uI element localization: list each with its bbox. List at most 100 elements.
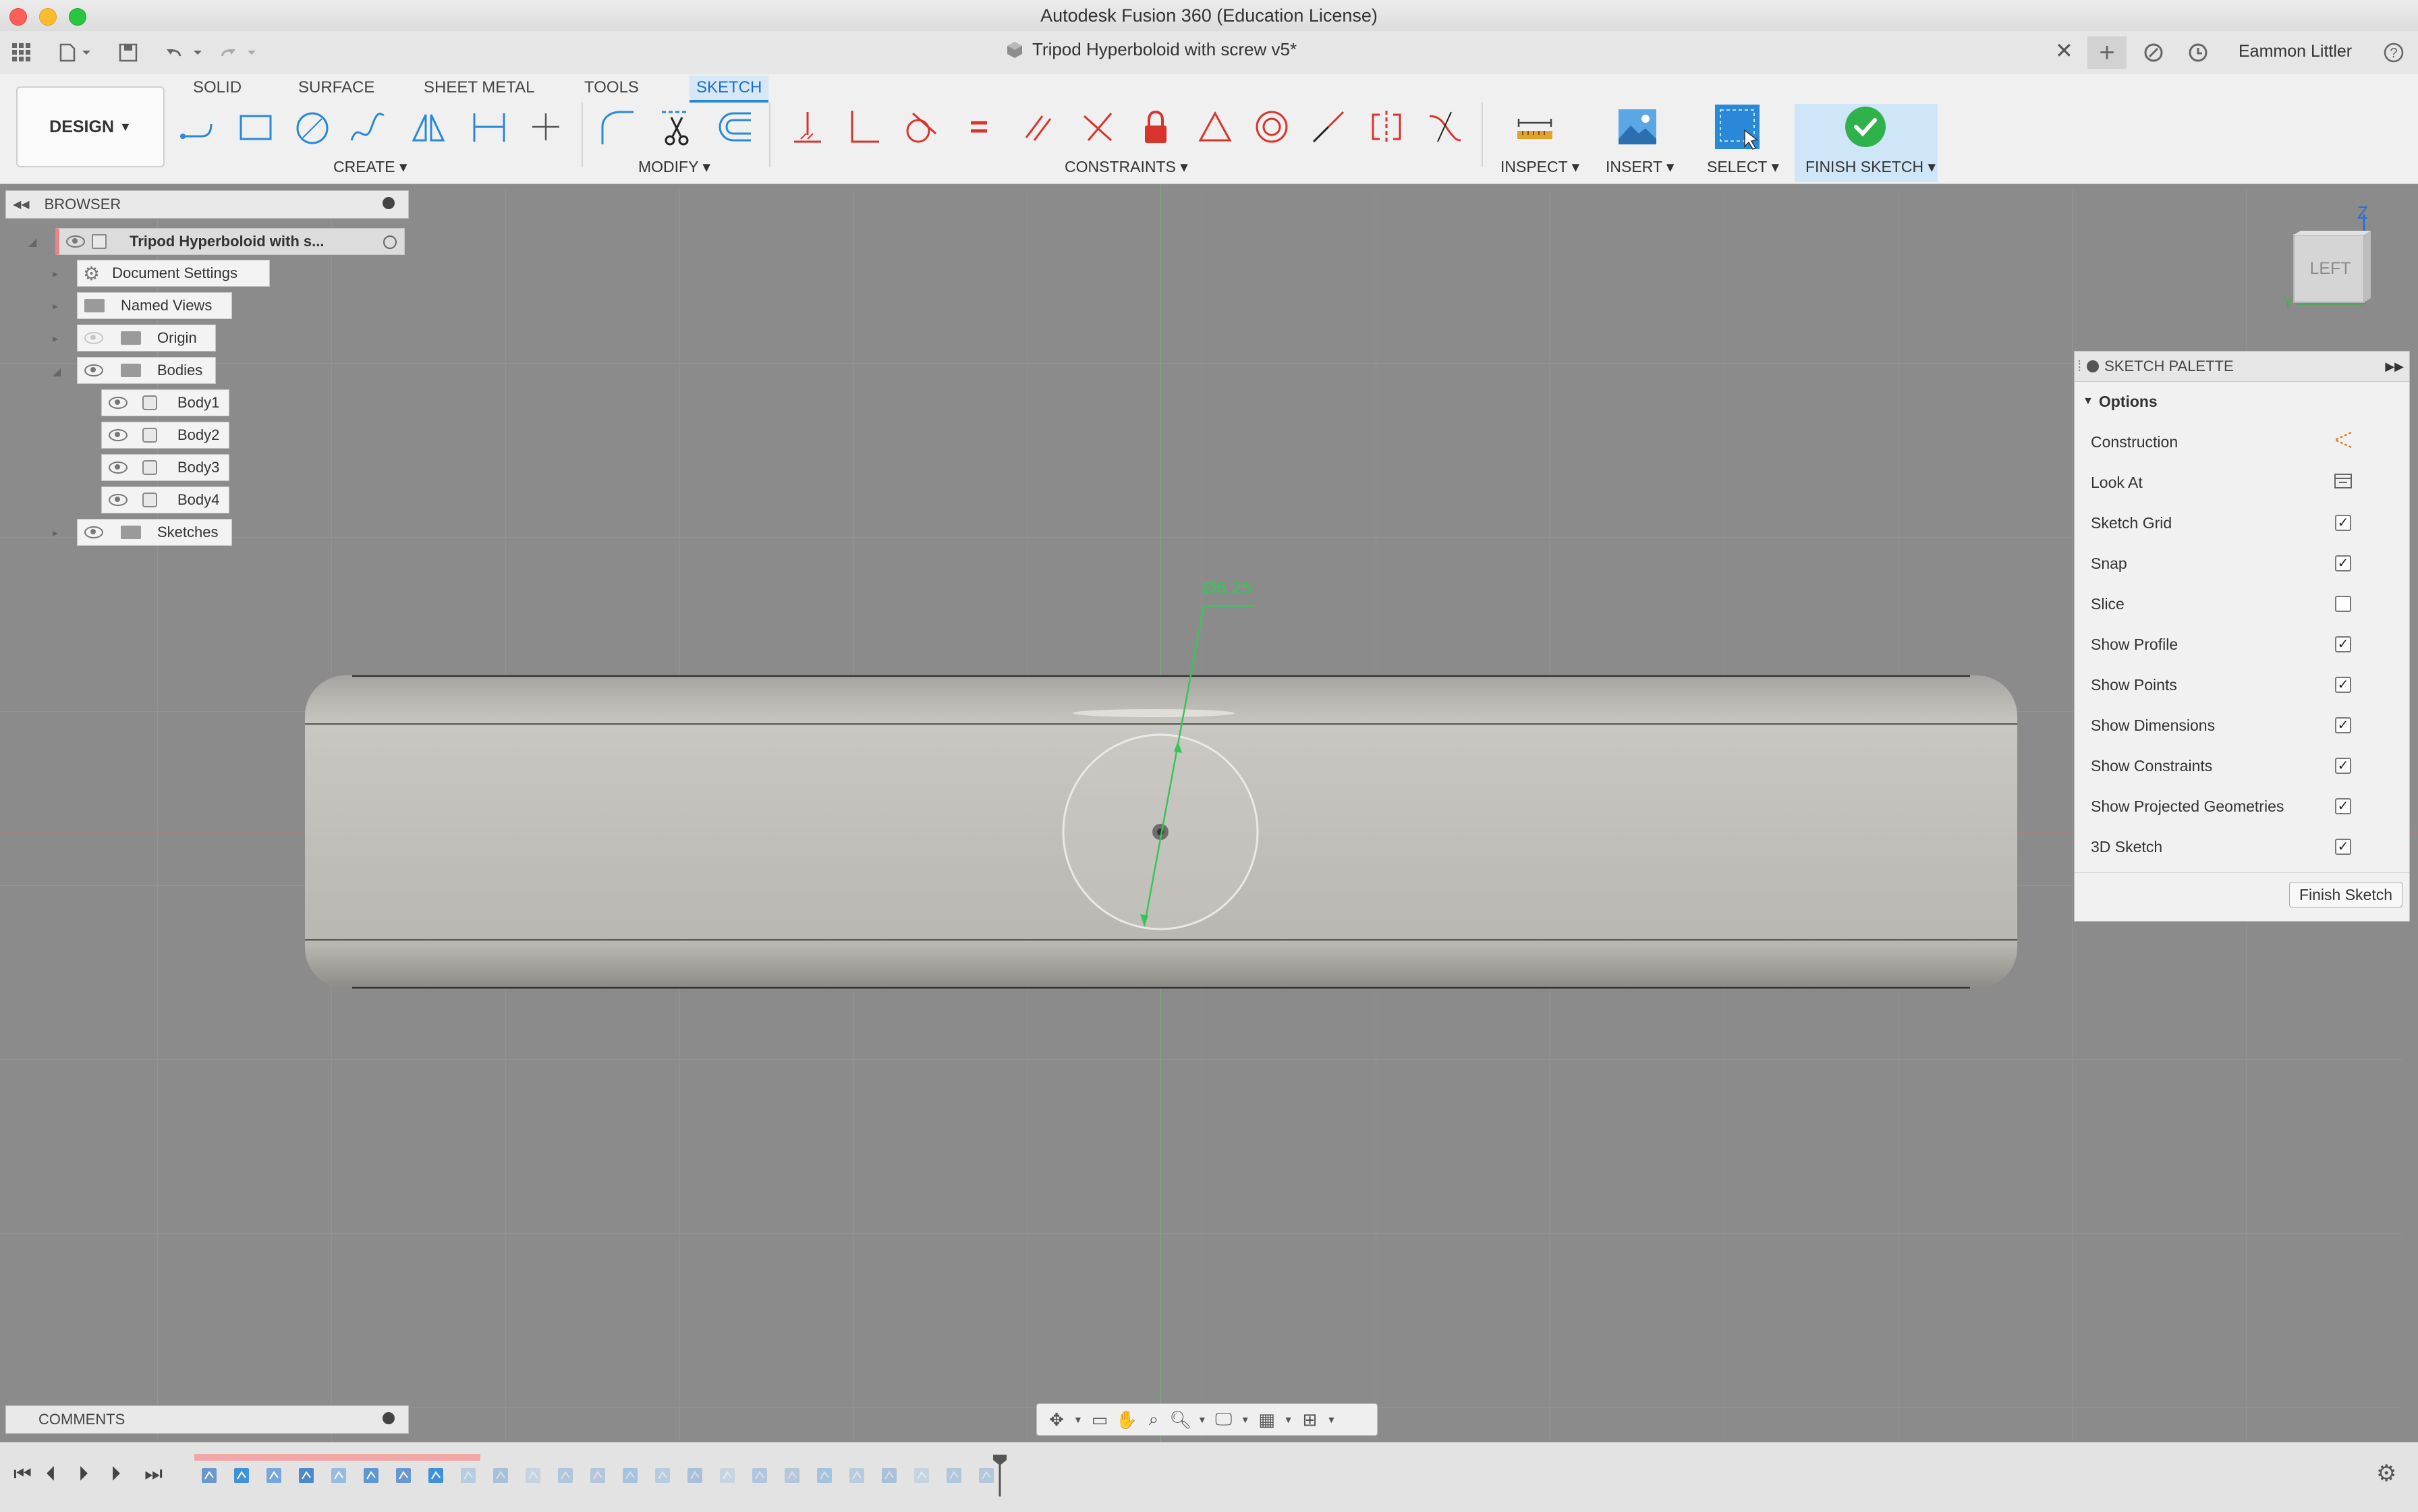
- expand-panel-icon[interactable]: ▶▶: [2385, 360, 2404, 374]
- insert-menu[interactable]: INSERT ▾: [1606, 158, 1674, 176]
- timeline-feature-icon[interactable]: [264, 1465, 285, 1486]
- visibility-eye-icon[interactable]: [66, 235, 85, 248]
- select-menu[interactable]: SELECT ▾: [1707, 158, 1779, 176]
- select-tool[interactable]: [1714, 103, 1761, 151]
- diameter-dimension-label[interactable]: Ø6.25: [1202, 578, 1252, 598]
- browser-item-bodies[interactable]: Bodies: [77, 357, 216, 384]
- redo-button[interactable]: [215, 39, 262, 66]
- timeline-feature-icon[interactable]: [653, 1465, 673, 1486]
- timeline-feature-icon[interactable]: [329, 1465, 349, 1486]
- browser-panel-header[interactable]: ◀◀ BROWSER: [5, 190, 409, 219]
- browser-item-body3[interactable]: Body3: [101, 454, 229, 481]
- fillet-tool[interactable]: [594, 103, 641, 151]
- chevron-down-icon[interactable]: ▼: [1326, 1414, 1336, 1425]
- zoom-icon[interactable]: ⌕: [1144, 1409, 1164, 1430]
- viewports-icon[interactable]: ⊞: [1299, 1409, 1320, 1430]
- timeline-feature-icon[interactable]: [621, 1465, 641, 1486]
- timeline-feature-icon[interactable]: [750, 1465, 770, 1486]
- timeline-feature-icon[interactable]: [912, 1465, 932, 1486]
- view-cube[interactable]: LEFT Z Y: [2283, 202, 2388, 317]
- slice-checkbox[interactable]: [2335, 596, 2351, 612]
- add-comment-icon[interactable]: [383, 1412, 395, 1424]
- snap-checkbox[interactable]: ✓: [2335, 555, 2351, 571]
- midpoint-constraint[interactable]: [1191, 103, 1239, 151]
- create-dimension-tool[interactable]: [466, 103, 513, 151]
- view-cube-face-label[interactable]: LEFT: [2303, 259, 2357, 279]
- finish-sketch-menu[interactable]: FINISH SKETCH ▾: [1805, 158, 1936, 176]
- create-mirror-tool[interactable]: [405, 103, 452, 151]
- expand-triangle-icon[interactable]: ▸: [53, 267, 58, 281]
- orbit-icon[interactable]: ✥: [1046, 1409, 1067, 1430]
- parallel-constraint[interactable]: [1015, 103, 1062, 151]
- save-button[interactable]: [113, 39, 143, 66]
- collapse-triangle-icon[interactable]: ◢: [53, 365, 61, 379]
- options-section-header[interactable]: ▼ Options: [2083, 388, 2409, 415]
- show-constraints-checkbox[interactable]: ✓: [2335, 758, 2351, 774]
- play-icon[interactable]: ⏵︎: [78, 1463, 88, 1486]
- concentric-constraint[interactable]: [1248, 103, 1295, 151]
- timeline-feature-icon[interactable]: [783, 1465, 803, 1486]
- browser-item-body2[interactable]: Body2: [101, 422, 229, 449]
- browser-item-body1[interactable]: Body1: [101, 389, 229, 416]
- curvature-constraint[interactable]: [1421, 103, 1468, 151]
- browser-root-component[interactable]: Tripod Hyperboloid with s...: [55, 228, 405, 255]
- offset-tool[interactable]: [711, 103, 758, 151]
- timeline-feature-icon[interactable]: [847, 1465, 868, 1486]
- measure-tool[interactable]: [1511, 103, 1558, 151]
- timeline-feature-icon[interactable]: [491, 1465, 511, 1486]
- timeline-feature-icon[interactable]: [815, 1465, 835, 1486]
- perpendicular-constraint[interactable]: [1074, 103, 1121, 151]
- new-tab-button[interactable]: +: [2087, 36, 2127, 69]
- show-profile-checkbox[interactable]: ✓: [2335, 636, 2351, 652]
- display-settings-icon[interactable]: 🖵︎: [1214, 1409, 1234, 1430]
- chevron-down-icon[interactable]: ▼: [1284, 1414, 1293, 1425]
- browser-item-named-views[interactable]: Named Views: [77, 292, 232, 319]
- visibility-eye-icon[interactable]: [109, 429, 128, 441]
- timeline-feature-icon[interactable]: [459, 1465, 479, 1486]
- show-points-checkbox[interactable]: ✓: [2335, 677, 2351, 693]
- expand-triangle-icon[interactable]: ▸: [53, 332, 58, 345]
- comments-panel-header[interactable]: COMMENTS: [5, 1405, 409, 1434]
- chevron-down-icon[interactable]: ▼: [1241, 1414, 1250, 1425]
- show-projected-checkbox[interactable]: ✓: [2335, 798, 2351, 814]
- timeline-feature-icon[interactable]: [362, 1465, 382, 1486]
- visibility-eye-icon[interactable]: [84, 526, 103, 538]
- timeline-feature-icon[interactable]: [880, 1465, 900, 1486]
- 3d-sketch-checkbox[interactable]: ✓: [2335, 839, 2351, 855]
- minimize-palette-icon[interactable]: [2087, 360, 2100, 372]
- construction-toggle[interactable]: [2332, 430, 2354, 454]
- timeline-feature-icon[interactable]: [232, 1465, 252, 1486]
- activate-radio-icon[interactable]: [383, 235, 397, 249]
- canvas-viewport[interactable]: Ø6.25: [0, 184, 2418, 1442]
- collapse-triangle-icon[interactable]: ◢: [28, 235, 36, 249]
- finish-sketch-button[interactable]: Finish Sketch: [2289, 882, 2402, 907]
- sketch-circle[interactable]: [1062, 733, 1259, 930]
- timeline-feature-icon[interactable]: [945, 1465, 965, 1486]
- user-name[interactable]: Eammon Littler: [2239, 42, 2352, 61]
- browser-item-sketches[interactable]: Sketches: [77, 519, 232, 546]
- create-rectangle-tool[interactable]: [232, 103, 279, 151]
- pan-hand-icon[interactable]: ✋: [1116, 1409, 1137, 1430]
- timeline-feature-icon[interactable]: [718, 1465, 738, 1486]
- timeline-feature-icon[interactable]: [685, 1465, 706, 1486]
- timeline-feature-icon[interactable]: [297, 1465, 317, 1486]
- job-status-button[interactable]: [2139, 39, 2168, 66]
- tab-solid[interactable]: SOLID: [186, 76, 248, 100]
- fix-constraint[interactable]: [1132, 103, 1179, 151]
- inspect-menu[interactable]: INSPECT ▾: [1500, 158, 1579, 176]
- panel-options-icon[interactable]: [383, 197, 395, 209]
- expand-triangle-icon[interactable]: ▸: [53, 300, 58, 313]
- go-to-start-icon[interactable]: ⏮︎: [13, 1463, 32, 1486]
- symmetry-constraint[interactable]: [1363, 103, 1410, 151]
- sketch-grid-checkbox[interactable]: ✓: [2335, 515, 2351, 531]
- create-menu[interactable]: CREATE ▾: [333, 158, 407, 176]
- tab-tools[interactable]: TOOLS: [578, 76, 646, 100]
- collapse-panel-icon[interactable]: ◀◀: [13, 198, 30, 211]
- visibility-eye-icon[interactable]: [109, 461, 128, 474]
- look-at-icon[interactable]: ▭: [1090, 1409, 1110, 1430]
- fit-zoom-icon[interactable]: 🔍︎: [1169, 1409, 1191, 1430]
- step-back-icon[interactable]: ⏴︎: [46, 1463, 56, 1486]
- tab-surface[interactable]: SURFACE: [291, 76, 381, 100]
- tab-sheet-metal[interactable]: SHEET METAL: [417, 76, 541, 100]
- timeline-feature-icon[interactable]: [426, 1465, 447, 1486]
